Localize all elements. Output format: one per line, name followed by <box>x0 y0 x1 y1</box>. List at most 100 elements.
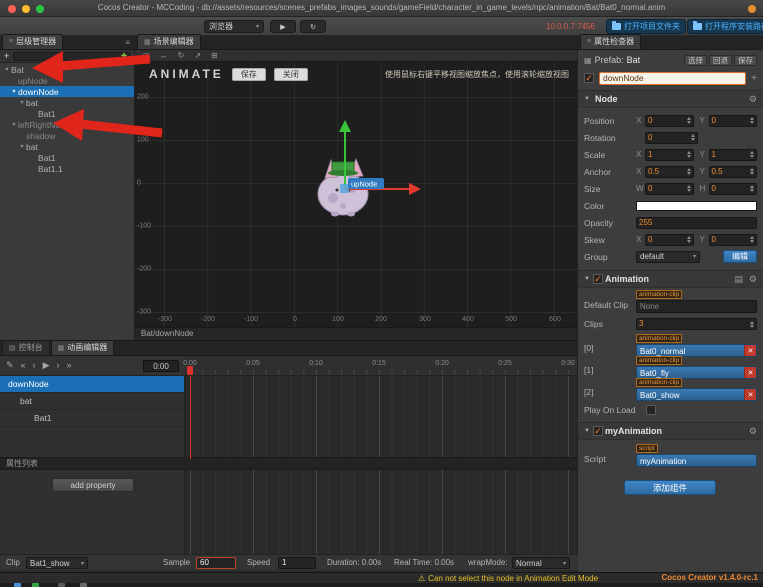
play-preview-button[interactable]: ▶ <box>270 20 296 33</box>
play-animation-icon[interactable]: ▶ <box>43 361 50 370</box>
tab-inspector[interactable]: ≡ 属性检查器 <box>580 34 642 49</box>
edit-keyframe-icon[interactable]: ✎ <box>6 361 14 370</box>
panel-menu-icon[interactable]: ≡ <box>125 38 130 47</box>
clip-reference-field[interactable]: Bat0_show ✕ <box>636 388 757 401</box>
move-tool-icon[interactable]: ↔ <box>160 51 168 60</box>
skew-x-input[interactable]: 0 <box>645 233 694 246</box>
rotate-tool-icon[interactable]: ↻ <box>178 51 185 60</box>
track-row-bat[interactable]: bat <box>0 393 184 410</box>
group-edit-button[interactable]: 编辑 <box>723 250 757 263</box>
clips-count-input[interactable]: 3 <box>636 318 757 330</box>
default-clip-field[interactable]: None <box>636 300 757 313</box>
size-h-input[interactable]: 0 <box>708 182 757 195</box>
chevron-down-icon: ▾ <box>692 254 696 260</box>
dock-app-icon[interactable] <box>80 583 87 587</box>
rotation-input[interactable]: 0 <box>645 131 698 144</box>
previous-frame-icon[interactable]: ‹ <box>33 361 36 370</box>
group-select[interactable]: default ▾ <box>636 250 700 263</box>
rect-tool-icon[interactable]: ⊞ <box>211 51 218 60</box>
scale-tool-icon[interactable]: ↗ <box>194 51 201 60</box>
clip-select[interactable]: Bat1_show ▾ <box>26 557 88 569</box>
tree-node-bat1-1[interactable]: Bat1.1 <box>0 163 134 174</box>
close-window-button[interactable] <box>8 5 16 13</box>
tree-node-shadow[interactable]: shadow <box>0 130 134 141</box>
zoom-window-button[interactable] <box>36 5 44 13</box>
prefab-revert-button[interactable]: 回退 <box>709 54 732 66</box>
skew-y-input[interactable]: 0 <box>708 233 757 246</box>
timeline-ruler[interactable]: 0:00 0:05 0:10 0:15 0:20 0:25 0:30 <box>183 356 577 376</box>
anchor-x-input[interactable]: 0.5 <box>645 165 694 178</box>
remove-clip-button[interactable]: ✕ <box>744 389 756 400</box>
chevron-down-icon[interactable]: ▼ <box>3 67 11 73</box>
chevron-down-icon[interactable]: ▼ <box>18 144 26 150</box>
tree-node-bat1[interactable]: Bat1 <box>0 108 134 119</box>
script-enabled-checkbox[interactable]: ✓ <box>593 426 603 436</box>
prefab-name: Bat <box>626 55 641 65</box>
size-w-input[interactable]: 0 <box>645 182 694 195</box>
animation-enabled-checkbox[interactable]: ✓ <box>593 274 603 284</box>
sample-input[interactable]: 60 <box>196 557 236 569</box>
add-component-button[interactable]: 添加组件 <box>624 480 716 495</box>
select-tool-icon[interactable]: ◻ <box>143 51 150 60</box>
dock-app-icon[interactable] <box>14 583 21 587</box>
track-row-bat1[interactable]: Bat1 <box>0 410 184 427</box>
hierarchy-tab-bar: ≡ 层级管理器 ≡ <box>0 34 134 50</box>
remove-clip-button[interactable]: ✕ <box>744 367 756 378</box>
tree-node-bat[interactable]: ▼ bat <box>0 97 134 108</box>
position-x-input[interactable]: 0 <box>645 114 694 127</box>
create-node-button[interactable]: + <box>4 51 9 61</box>
speed-input[interactable]: 1 <box>278 557 316 569</box>
current-time-field[interactable]: 0:00 <box>143 359 179 372</box>
tree-node-bat1-2[interactable]: Bat1 <box>0 152 134 163</box>
node-name-input[interactable]: downNode <box>599 71 747 85</box>
wrap-mode-select[interactable]: Normal ▾ <box>512 557 570 569</box>
tree-node-leftrightnode[interactable]: ▼ leftRightNode <box>0 119 134 130</box>
scale-x-input[interactable]: 1 <box>645 148 694 161</box>
tab-console[interactable]: ▤ 控制台 <box>2 340 50 355</box>
gear-icon[interactable]: ⚙ <box>749 94 757 105</box>
chevron-down-icon[interactable]: ▼ <box>10 122 18 128</box>
prefab-select-button[interactable]: 选择 <box>684 54 707 66</box>
scene-canvas[interactable]: ANIMATE 保存 关闭 使用鼠标右键平移视图缩放焦点，使用滚轮缩放视图 20… <box>135 62 577 327</box>
node-section-header[interactable]: ▼ Node ⚙ <box>578 90 763 108</box>
add-property-button[interactable]: add property <box>52 478 134 492</box>
dock-app-icon[interactable] <box>58 583 65 587</box>
tree-node-upnode[interactable]: upNode <box>0 75 134 86</box>
opacity-input[interactable]: 255 <box>636 216 757 229</box>
tab-hierarchy[interactable]: ≡ 层级管理器 <box>2 34 64 49</box>
skip-to-start-icon[interactable]: « <box>21 361 26 370</box>
gear-icon[interactable]: ⚙ <box>749 274 757 285</box>
next-frame-icon[interactable]: › <box>56 361 59 370</box>
tab-animation-editor[interactable]: ▦ 动画编辑器 <box>50 340 115 355</box>
open-project-folder-button[interactable]: 打开项目文件夹 <box>606 19 686 34</box>
tree-node-downnode[interactable]: ▼ downNode <box>0 86 134 97</box>
tab-scene-editor[interactable]: ▦ 场景编辑器 <box>137 34 201 49</box>
node-active-checkbox[interactable]: ✓ <box>584 73 594 83</box>
color-swatch[interactable] <box>636 200 757 211</box>
scale-y-input[interactable]: 1 <box>708 148 757 161</box>
play-on-load-checkbox[interactable] <box>646 405 656 415</box>
tree-node-bat2[interactable]: ▼ bat <box>0 141 134 152</box>
chevron-down-icon[interactable]: ▼ <box>10 89 18 95</box>
gear-icon[interactable]: ⚙ <box>749 426 757 437</box>
anchor-y-input[interactable]: 0.5 <box>708 165 757 178</box>
tree-node-bat-root[interactable]: ▼ Bat <box>0 64 134 75</box>
hierarchy-search-input[interactable]: ✚ <box>13 51 130 61</box>
preview-target-select[interactable]: 浏览器 ▾ <box>204 20 264 33</box>
open-install-path-button[interactable]: 打开程序安装路径 <box>687 19 763 34</box>
dock-app-icon[interactable] <box>32 583 39 587</box>
remove-clip-button[interactable]: ✕ <box>744 345 756 356</box>
track-row-downnode[interactable]: downNode <box>0 376 184 393</box>
playhead-handle[interactable] <box>187 366 193 375</box>
script-reference-field[interactable]: myAnimation <box>636 454 757 467</box>
animation-section-header[interactable]: ▼ ✓ Animation ▤ ⚙ <box>578 270 763 288</box>
prefab-save-button[interactable]: 保存 <box>734 54 757 66</box>
skip-to-end-icon[interactable]: » <box>66 361 71 370</box>
refresh-button[interactable]: ↻ <box>300 20 326 33</box>
chevron-down-icon[interactable]: ▼ <box>18 100 26 106</box>
script-section-header[interactable]: ▼ ✓ myAnimation ⚙ <box>578 422 763 440</box>
position-y-input[interactable]: 0 <box>708 114 757 127</box>
minimize-window-button[interactable] <box>22 5 30 13</box>
add-icon[interactable]: + <box>751 73 757 84</box>
help-doc-icon[interactable]: ▤ <box>734 274 743 285</box>
